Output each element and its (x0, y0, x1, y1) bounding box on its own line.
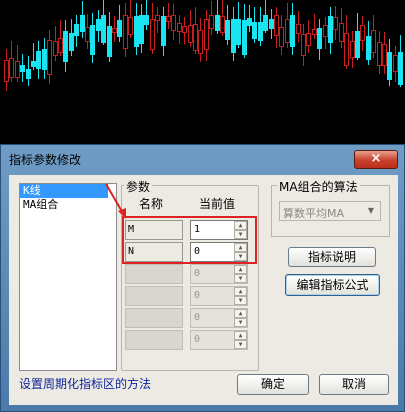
dialog-client-area: K线 MA组合 参数 名称 当前值 M 1 ▲ ▼ N 0 ▲ ▼ 0 ▲ ▼ 0 ▲… (9, 175, 398, 405)
candle-body (128, 17, 134, 36)
candle-body (344, 32, 350, 67)
candle-body (203, 18, 209, 50)
candle-body (139, 15, 144, 44)
candle-body (311, 29, 317, 35)
candle-body (25, 69, 31, 79)
candle-body (268, 19, 274, 29)
candle-body (322, 25, 328, 38)
candle-body (63, 30, 69, 63)
candle-body (58, 37, 63, 54)
candle-body (9, 58, 15, 79)
candle-body (14, 60, 20, 78)
dialog-title: 指标参数修改 (9, 153, 82, 167)
candle-body (214, 15, 220, 32)
candle-body (144, 15, 150, 25)
candle-body (295, 23, 301, 34)
title-bar[interactable]: 指标参数修改 × (1, 145, 404, 171)
candle-wick (313, 13, 315, 40)
candle-body (47, 40, 53, 75)
candle-body (68, 33, 74, 51)
candle-body (52, 41, 58, 57)
candle-body (85, 26, 90, 42)
candle-body (149, 19, 155, 51)
candle-body (171, 15, 177, 31)
candle-body (74, 24, 80, 36)
candle-body (284, 18, 290, 44)
candle-body (4, 59, 9, 82)
candle-body (41, 48, 47, 71)
candle-body (101, 15, 107, 43)
candle-body (193, 23, 198, 52)
candle-body (382, 43, 387, 66)
candle-body (106, 26, 112, 57)
candle-body (338, 22, 344, 43)
candle-body (371, 30, 377, 53)
candle-body (241, 19, 247, 55)
candle-body (79, 15, 85, 33)
candle-body (301, 33, 306, 56)
candle-body (392, 55, 398, 72)
candle-body (306, 33, 312, 46)
candle-body (333, 16, 339, 31)
candle-body (36, 50, 42, 70)
candle-body (279, 26, 285, 48)
candle-body (182, 25, 188, 34)
candle-body (112, 27, 117, 34)
candle-body (230, 18, 236, 53)
red-arrow-icon (105, 183, 126, 219)
candle-body (257, 22, 263, 41)
candle-body (160, 15, 166, 46)
candle-body (317, 27, 323, 50)
candle-body (225, 19, 231, 40)
candle-body (187, 25, 193, 43)
candle-body (31, 60, 36, 68)
candle-body (252, 22, 258, 40)
candle-body (198, 29, 204, 54)
candle-body (95, 19, 101, 32)
candle-body (398, 52, 404, 85)
candle-body (176, 22, 182, 32)
candle-body (274, 15, 279, 36)
candle-body (90, 25, 96, 56)
candle-body (236, 18, 242, 45)
candle-body (220, 15, 225, 34)
candlestick-chart-background (0, 0, 405, 144)
candle-body (166, 15, 171, 23)
candle-body (263, 15, 269, 32)
candle-body (122, 15, 128, 49)
candle-body (387, 52, 393, 80)
candle-body (349, 40, 355, 59)
candle-body (133, 16, 139, 48)
indicator-param-dialog: 指标参数修改 × K线 MA组合 参数 名称 当前值 M 1 ▲ ▼ N 0 ▲ ▼… (0, 144, 405, 412)
candle-body (20, 64, 26, 72)
candle-body (355, 31, 360, 58)
candle-body (365, 36, 371, 60)
candle-body (360, 25, 366, 41)
candle-body (155, 15, 161, 22)
candle-body (290, 15, 296, 48)
close-button[interactable]: × (354, 150, 398, 169)
candle-body (328, 15, 333, 43)
candle-body (247, 18, 252, 26)
candle-body (117, 20, 123, 37)
candle-body (209, 15, 215, 30)
candle-body (376, 42, 382, 66)
